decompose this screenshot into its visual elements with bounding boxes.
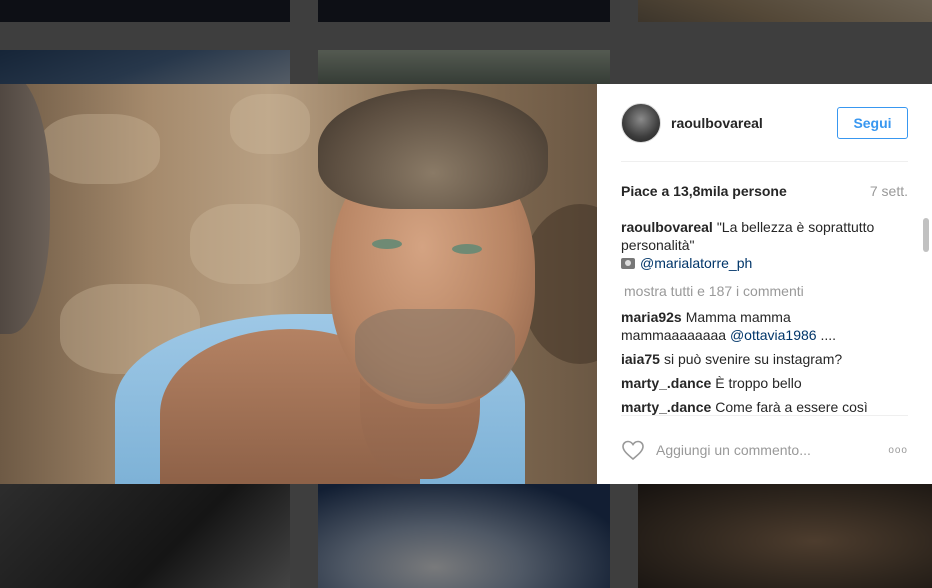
- scrollbar-thumb[interactable]: [923, 218, 929, 252]
- likes-row: Piace a 13,8mila persone 7 sett.: [621, 183, 908, 199]
- caption: raoulbovareal "La bellezza è soprattutto …: [621, 218, 912, 272]
- heart-icon[interactable]: [621, 438, 645, 462]
- comment-username[interactable]: marty_.dance: [621, 375, 711, 391]
- show-all-comments-link[interactable]: mostra tutti e 187 i commenti: [624, 282, 912, 300]
- comment-text: È troppo bello: [715, 375, 802, 391]
- comment-text: Come farà a essere così: [715, 399, 868, 415]
- list-item: maria92s Mamma mamma mammaaaaaaaa @ottavi…: [621, 308, 912, 344]
- more-options-icon[interactable]: ooo: [888, 445, 908, 456]
- likes-count[interactable]: Piace a 13,8mila persone: [621, 183, 787, 199]
- add-comment-input[interactable]: Aggiungi un commento...: [656, 442, 811, 458]
- comment-username[interactable]: marty_.dance: [621, 399, 711, 415]
- comments-scrollbar[interactable]: [922, 214, 930, 414]
- follow-button[interactable]: Segui: [837, 106, 908, 139]
- post-photo[interactable]: [0, 84, 597, 484]
- list-item: marty_.dance Come farà a essere così: [621, 398, 912, 416]
- post-side-panel: raoulbovareal Segui Piace a 13,8mila per…: [597, 84, 932, 484]
- post-modal: raoulbovareal Segui Piace a 13,8mila per…: [0, 84, 932, 484]
- comment-text-tail: ....: [816, 327, 837, 343]
- camera-icon: [621, 258, 635, 269]
- post-time[interactable]: 7 sett.: [870, 183, 908, 199]
- comment-text: si può svenire su instagram?: [663, 351, 843, 367]
- avatar[interactable]: [621, 102, 661, 143]
- list-item: marty_.dance È troppo bello: [621, 374, 912, 392]
- comment-username[interactable]: iaia75: [621, 351, 660, 367]
- post-header: raoulbovareal Segui: [621, 84, 908, 162]
- caption-username[interactable]: raoulbovareal: [621, 219, 713, 235]
- list-item: iaia75 si può svenire su instagram?: [621, 350, 912, 368]
- comments-list[interactable]: raoulbovareal "La bellezza è soprattutto …: [621, 218, 912, 418]
- post-footer: Aggiungi un commento... ooo: [621, 415, 908, 484]
- post-username[interactable]: raoulbovareal: [671, 115, 763, 131]
- caption-mention[interactable]: @marialatorre_ph: [640, 255, 752, 271]
- comment-mention[interactable]: @ottavia1986: [730, 327, 817, 343]
- comment-username[interactable]: maria92s: [621, 309, 682, 325]
